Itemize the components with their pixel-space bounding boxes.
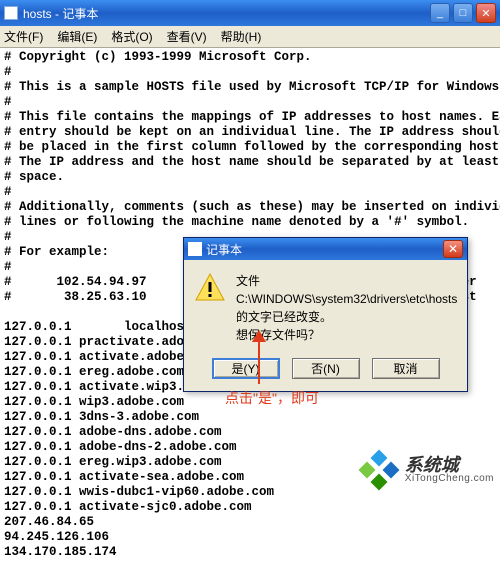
dialog-close-button[interactable]: ✕ [443,240,463,258]
menu-help[interactable]: 帮助(H) [221,28,262,45]
warning-icon [194,272,226,304]
close-button[interactable]: ✕ [476,3,496,23]
save-confirm-dialog: 记事本 ✕ 文件 C:\WINDOWS\system32\drivers\etc… [183,237,468,392]
cancel-button[interactable]: 取消 [372,358,440,379]
watermark-cn: 系统城 [405,458,494,472]
menu-bar: 文件(F) 编辑(E) 格式(O) 查看(V) 帮助(H) [0,26,500,48]
annotation-arrow [258,336,260,384]
window-titlebar: hosts - 记事本 _ □ ✕ [0,0,500,26]
dialog-line1: 文件 C:\WINDOWS\system32\drivers\etc\hosts… [236,272,457,326]
watermark-logo-icon [359,452,399,492]
watermark-en: XiTongCheng.com [405,472,494,486]
dialog-titlebar: 记事本 ✕ [184,238,467,260]
window-title: hosts - 记事本 [23,5,427,22]
dialog-line2: 想保存文件吗？ [236,326,457,344]
minimize-button[interactable]: _ [430,3,450,23]
menu-view[interactable]: 查看(V) [167,28,207,45]
menu-file[interactable]: 文件(F) [4,28,43,45]
dialog-body: 文件 C:\WINDOWS\system32\drivers\etc\hosts… [184,260,467,352]
dialog-title: 记事本 [206,241,242,258]
no-button[interactable]: 否(N) [292,358,360,379]
menu-format[interactable]: 格式(O) [111,28,152,45]
dialog-buttons: 是(Y) 否(N) 取消 [184,352,467,391]
yes-button[interactable]: 是(Y) [212,358,280,379]
dialog-message: 文件 C:\WINDOWS\system32\drivers\etc\hosts… [236,272,457,344]
notepad-icon [4,6,18,20]
notepad-icon [188,242,202,256]
watermark-text: 系统城 XiTongCheng.com [405,458,494,486]
maximize-button[interactable]: □ [453,3,473,23]
menu-edit[interactable]: 编辑(E) [57,28,97,45]
watermark: 系统城 XiTongCheng.com [359,452,494,492]
annotation-text: 点击"是"，即可 [225,388,319,408]
